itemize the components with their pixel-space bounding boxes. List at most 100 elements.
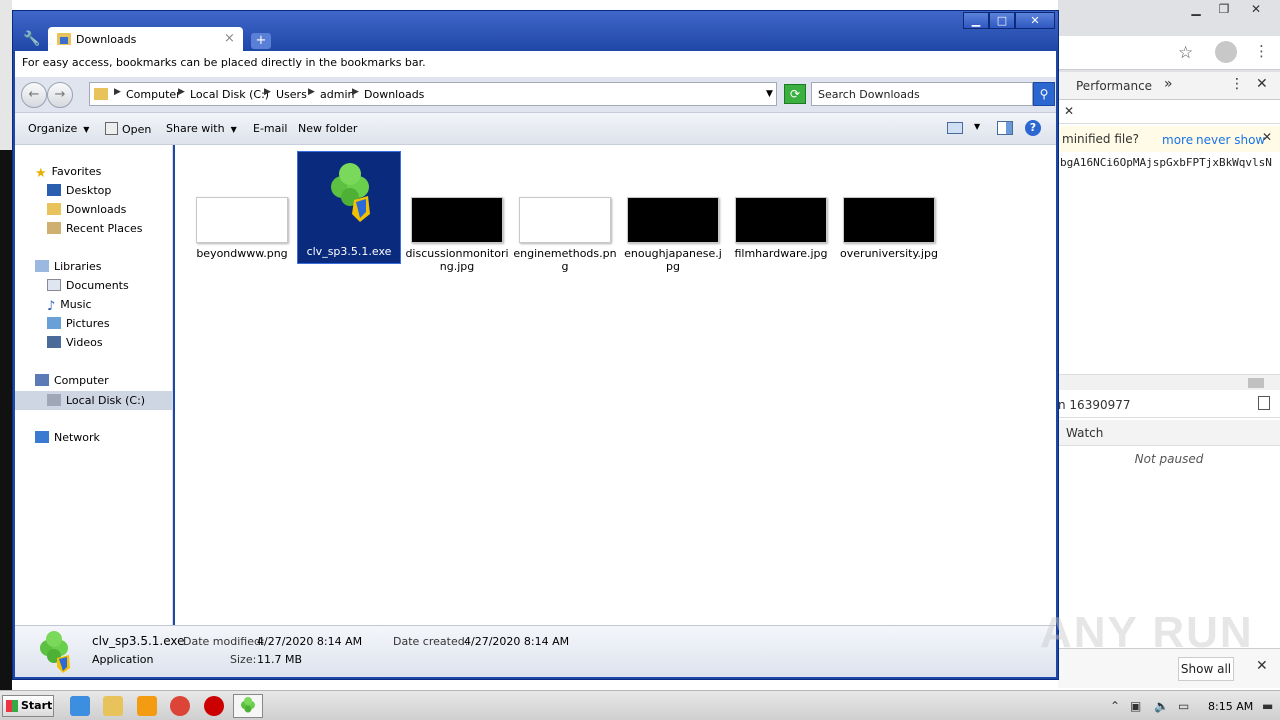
file-item[interactable]: discussionmonitoring.jpg <box>405 197 509 273</box>
close-button[interactable]: ✕ <box>1015 12 1055 29</box>
show-all-button[interactable]: Show all <box>1178 657 1234 681</box>
minimize-button[interactable]: ▁ <box>963 12 989 29</box>
navigation-bar: ← → ▶ Computer ▶ Local Disk (C:) ▶ Users… <box>15 77 1056 113</box>
refresh-button[interactable]: ⟳ <box>784 84 806 104</box>
clover-app-icon <box>331 163 370 222</box>
power-icon[interactable]: ▭ <box>1178 699 1189 713</box>
show-desktop-icon[interactable]: ▬ <box>1262 699 1273 713</box>
breadcrumb-computer[interactable]: Computer <box>126 88 181 101</box>
nav-music[interactable]: ♪ Music <box>47 298 92 314</box>
volume-icon[interactable]: 🔈 <box>1154 699 1169 713</box>
help-icon[interactable]: ? <box>1025 120 1041 136</box>
computer-icon <box>35 374 49 386</box>
email-button[interactable]: E-mail <box>253 122 288 135</box>
browser-address-bar[interactable]: ☆ ⋮ <box>1058 36 1280 70</box>
nav-pictures[interactable]: Pictures <box>47 317 110 330</box>
nav-videos[interactable]: Videos <box>47 336 103 349</box>
nav-network[interactable]: Network <box>35 431 100 444</box>
search-placeholder: Search Downloads <box>818 88 920 101</box>
watch-section[interactable]: Watch <box>1058 420 1280 446</box>
close-editor-tab-icon[interactable]: ✕ <box>1064 104 1074 118</box>
start-button[interactable]: Start <box>2 695 54 717</box>
breadcrumb-local-disk[interactable]: Local Disk (C:) <box>190 88 269 101</box>
network-tray-icon[interactable]: ▣ <box>1130 699 1141 713</box>
clock[interactable]: 8:15 AM <box>1208 700 1253 713</box>
infobar-close-icon[interactable]: ✕ <box>1262 130 1272 144</box>
new-tab-button[interactable]: + <box>251 33 271 49</box>
share-with-button[interactable]: Share with ▼ <box>166 122 237 135</box>
nav-local-disk[interactable]: Local Disk (C:) <box>15 391 172 410</box>
download-shelf-close-icon[interactable]: ✕ <box>1256 658 1268 674</box>
search-input[interactable]: Search Downloads <box>811 82 1033 106</box>
taskbar: Start ⌃ ▣ 🔈 ▭ 8:15 AM ▬ <box>0 690 1280 720</box>
nav-computer[interactable]: Computer <box>35 374 109 387</box>
nav-downloads[interactable]: Downloads <box>47 203 126 216</box>
file-item[interactable]: overuniversity.jpg <box>837 197 941 260</box>
tray-expand-icon[interactable]: ⌃ <box>1110 699 1120 713</box>
devtools-close-icon[interactable]: ✕ <box>1256 76 1268 92</box>
infobar-more-link[interactable]: more <box>1162 133 1193 147</box>
wrench-icon[interactable]: 🔧 <box>23 31 40 47</box>
image-thumbnail <box>735 197 827 243</box>
nav-recent-places[interactable]: Recent Places <box>47 222 143 235</box>
devtools-menu-icon[interactable]: ⋮ <box>1230 76 1244 92</box>
nav-documents[interactable]: Documents <box>47 279 129 292</box>
organize-button[interactable]: Organize ▼ <box>28 122 89 135</box>
clover-icon <box>241 697 255 713</box>
file-item[interactable]: enoughjapanese.jpg <box>621 197 725 273</box>
preview-pane-icon[interactable] <box>997 121 1013 135</box>
music-icon: ♪ <box>47 299 56 314</box>
recent-places-icon <box>47 222 61 234</box>
date-modified-value: 4/27/2020 8:14 AM <box>257 635 363 648</box>
image-thumbnail <box>196 197 288 243</box>
anyrun-watermark: ANY RUN <box>1040 608 1254 657</box>
file-item-selected[interactable]: clv_sp3.5.1.exe <box>297 151 401 264</box>
infobar-never-show-link[interactable]: never show <box>1196 133 1265 147</box>
change-view-icon[interactable] <box>947 122 963 134</box>
nav-desktop[interactable]: Desktop <box>47 184 111 197</box>
bookmark-star-icon[interactable]: ☆ <box>1178 43 1193 63</box>
menu-kebab-icon[interactable]: ⋮ <box>1254 42 1269 60</box>
explorer-titlebar[interactable]: 🔧 Downloads × + ▁ □ ✕ <box>13 11 1058 52</box>
downloads-folder-icon <box>57 33 71 45</box>
tab-downloads[interactable]: Downloads × <box>48 27 243 52</box>
videos-icon <box>47 336 61 348</box>
search-icon[interactable]: ⚲ <box>1033 82 1055 106</box>
profile-avatar-icon[interactable] <box>1215 41 1237 63</box>
nav-favorites[interactable]: ★ Favorites <box>35 165 101 181</box>
image-thumbnail <box>627 197 719 243</box>
infobar-question: minified file? <box>1062 132 1139 146</box>
clover-taskbar-button[interactable] <box>233 694 263 718</box>
horizontal-scrollbar[interactable] <box>1058 374 1280 390</box>
minimize-button[interactable]: ▁ <box>1182 0 1210 18</box>
more-tabs-button[interactable]: » <box>1164 76 1173 92</box>
chrome-icon[interactable] <box>170 696 190 716</box>
explorer-folder-icon[interactable] <box>103 696 123 716</box>
open-button[interactable]: Open <box>105 122 151 136</box>
close-button[interactable]: ✕ <box>1242 0 1270 18</box>
documents-icon <box>47 279 61 291</box>
view-dropdown-icon[interactable]: ▼ <box>974 122 980 131</box>
tab-close-icon[interactable]: × <box>224 31 235 46</box>
internet-explorer-icon[interactable] <box>70 696 90 716</box>
new-folder-button[interactable]: New folder <box>298 122 357 135</box>
opera-icon[interactable] <box>204 696 224 716</box>
back-button[interactable]: ← <box>21 82 47 108</box>
address-dropdown-icon[interactable]: ▼ <box>766 89 773 99</box>
breadcrumb-downloads[interactable]: Downloads <box>364 88 424 101</box>
forward-button[interactable]: → <box>47 82 73 108</box>
maximize-button[interactable]: □ <box>989 12 1015 29</box>
tab-performance[interactable]: Performance <box>1076 79 1152 93</box>
file-item[interactable]: beyondwww.png <box>190 197 294 260</box>
date-created-label: Date created: <box>393 635 469 648</box>
media-player-icon[interactable] <box>137 696 157 716</box>
restore-button[interactable]: ❐ <box>1210 0 1238 18</box>
panel-toggle-icon[interactable] <box>1258 396 1270 410</box>
file-item[interactable]: enginemethods.png <box>513 197 617 273</box>
address-bar[interactable]: ▶ Computer ▶ Local Disk (C:) ▶ Users ▶ a… <box>89 82 777 106</box>
breadcrumb-admin[interactable]: admin <box>320 88 354 101</box>
file-item[interactable]: filmhardware.jpg <box>729 197 833 260</box>
details-type: Application <box>92 653 154 666</box>
nav-libraries[interactable]: Libraries <box>35 260 102 273</box>
breadcrumb-users[interactable]: Users <box>276 88 307 101</box>
